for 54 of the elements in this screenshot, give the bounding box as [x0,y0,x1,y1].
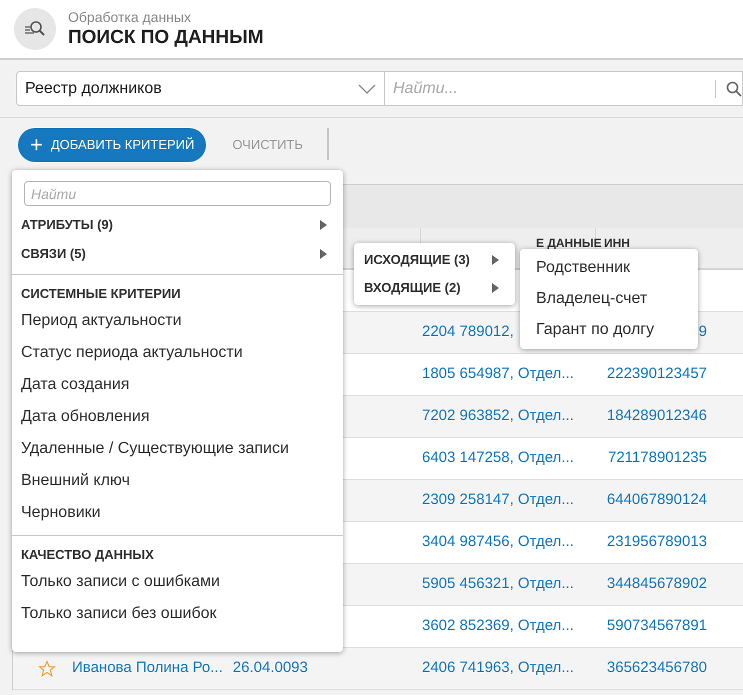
registry-select[interactable]: Реестр должников [16,71,385,106]
inn-link[interactable]: 344845678902 [606,575,707,592]
passport-link[interactable]: 6403 147258, Отдел... [422,449,574,466]
inn-link[interactable]: 9 [698,323,707,340]
inn-link[interactable]: 644067890124 [606,491,707,508]
inn-link[interactable]: 365623456780 [606,659,707,676]
menu-item[interactable]: Родственник [520,252,698,283]
caret-icon [492,255,499,265]
menu-item[interactable]: Удаленные / Существующие записи [12,433,343,465]
clear-button[interactable]: ОЧИСТИТЬ [218,128,317,162]
inn-link[interactable]: 721178901235 [608,449,707,466]
passport-link[interactable]: 1805 654987, Отдел... [422,365,574,382]
menu-item[interactable]: Внешний ключ [12,465,343,497]
passport-link[interactable]: 2204 789012, [422,323,514,340]
star-icon[interactable] [38,660,56,678]
caret-icon [492,283,499,293]
caret-icon [320,220,327,230]
caret-icon [320,248,327,258]
column-header[interactable]: ИНН [604,234,630,252]
submenu-item[interactable]: ВХОДЯЩИЕ (2) [354,274,515,302]
column-header[interactable]: Е ДАННЫЕ [536,234,602,252]
search-data-icon [14,8,56,50]
menu-search-field[interactable]: Найти [24,181,331,206]
search-icon[interactable] [726,80,742,96]
menu-item[interactable]: Период актуальности [12,305,343,337]
section-heading: СИСТЕМНЫЕ КРИТЕРИИ [20,285,182,304]
inn-link[interactable]: 222390123457 [606,365,707,382]
page-title: ПОИСК ПО ДАННЫМ [68,26,264,50]
menu-item[interactable]: Только записи без ошибок [12,598,343,630]
submenu-item[interactable]: АТРИБУТЫ (9) [12,210,343,239]
menu-item[interactable]: Гарант по долгу [520,314,698,345]
passport-link[interactable]: 3602 852369, Отдел... [422,617,574,634]
inn-link[interactable]: 184289012346 [606,407,707,424]
menu-item[interactable]: Черновики [12,497,343,529]
page-subtitle: Обработка данных [68,8,192,26]
passport-link[interactable]: 2309 258147, Отдел... [422,491,574,508]
menu-item[interactable]: Дата обновления [12,401,343,433]
add-criterion-button[interactable]: + ДОБАВИТЬ КРИТЕРИЙ [18,128,206,162]
chevron-down-icon[interactable] [358,84,376,94]
submenu-item[interactable]: ИСХОДЯЩИЕ (3) [354,246,515,274]
passport-link[interactable]: 3404 987456, Отдел... [422,533,574,550]
menu-item[interactable]: Статус периода актуальности [12,337,343,369]
section-heading: КАЧЕСТВО ДАННЫХ [20,546,155,564]
submenu-item[interactable]: СВЯЗИ (5) [12,239,343,268]
inn-link[interactable]: 231956789013 [606,533,707,550]
passport-link[interactable]: 7202 963852, Отдел... [422,407,574,424]
inn-link[interactable]: 590734567891 [606,617,707,634]
passport-link[interactable]: 2406 741963, Отдел... [422,659,574,676]
name-link[interactable]: Иванова Полина Ро... [72,657,223,680]
menu-item[interactable]: Дата создания [12,369,343,401]
date-cell-text: 26.04.0093 [232,658,308,678]
passport-link[interactable]: 5905 456321, Отдел... [422,575,574,592]
menu-item[interactable]: Только записи с ошибками [12,566,343,598]
menu-item[interactable]: Владелец-счет [520,283,698,314]
